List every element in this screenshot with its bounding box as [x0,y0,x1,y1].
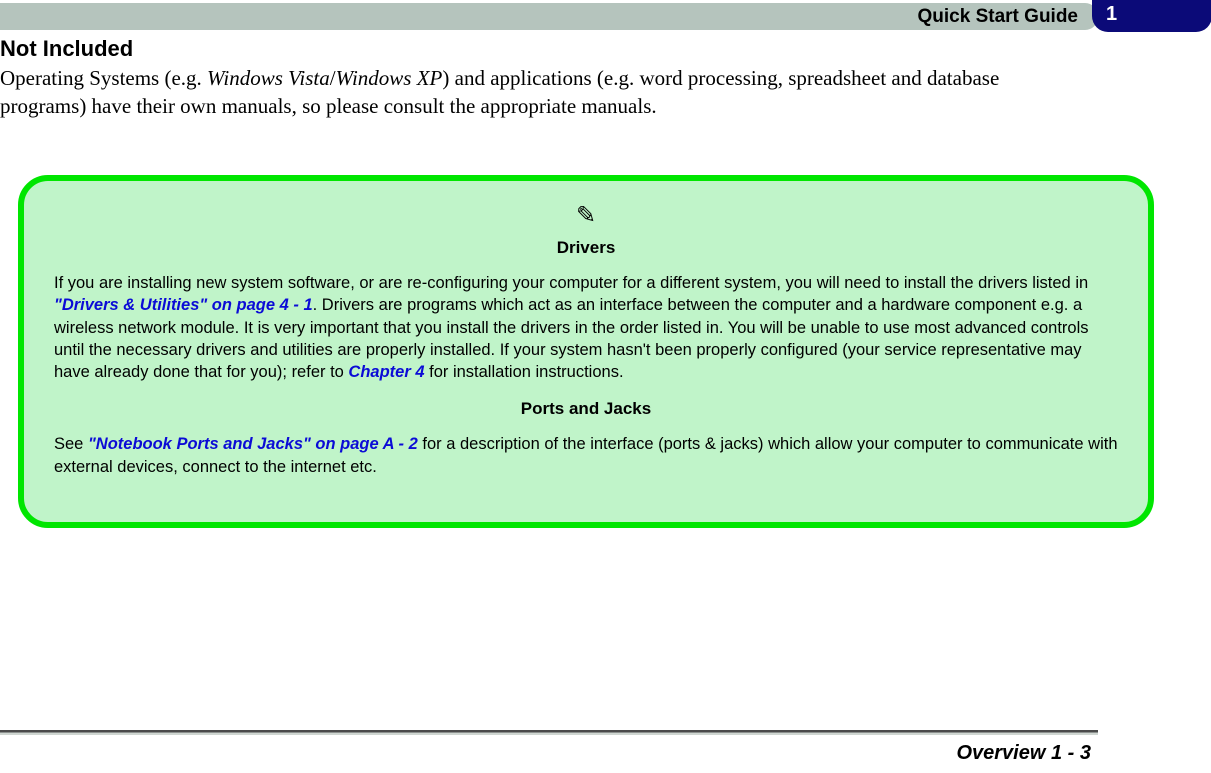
section-heading: Not Included [0,36,133,62]
link-chapter-4[interactable]: Chapter 4 [348,363,424,381]
body-text-part: Operating Systems (e.g. [0,66,207,90]
chapter-tab: 1 [1092,0,1211,32]
link-ports-jacks[interactable]: "Notebook Ports and Jacks" on page A - 2 [88,435,418,453]
callout-heading-ports: Ports and Jacks [54,399,1118,419]
header-bar: Quick Start Guide [0,3,1098,30]
header-title: Quick Start Guide [918,6,1078,28]
callout-heading-drivers: Drivers [54,238,1118,258]
callout-text: See [54,435,88,453]
body-paragraph: Operating Systems (e.g. Windows Vista/Wi… [0,64,1090,121]
os-name-1: Windows Vista [207,66,330,90]
pencil-icon: ✎ [54,201,1118,230]
os-name-2: Windows XP [336,66,443,90]
footer-divider [0,730,1098,735]
chapter-number: 1 [1106,3,1117,26]
callout-paragraph-drivers: If you are installing new system softwar… [54,272,1118,383]
footer-page-label: Overview 1 - 3 [956,742,1091,765]
link-drivers-utilities[interactable]: "Drivers & Utilities" on page 4 - 1 [54,296,313,314]
info-callout: ✎ Drivers If you are installing new syst… [18,175,1154,528]
callout-text: for installation instructions. [425,363,624,381]
callout-text: If you are installing new system softwar… [54,274,1088,292]
callout-paragraph-ports: See "Notebook Ports and Jacks" on page A… [54,433,1118,478]
